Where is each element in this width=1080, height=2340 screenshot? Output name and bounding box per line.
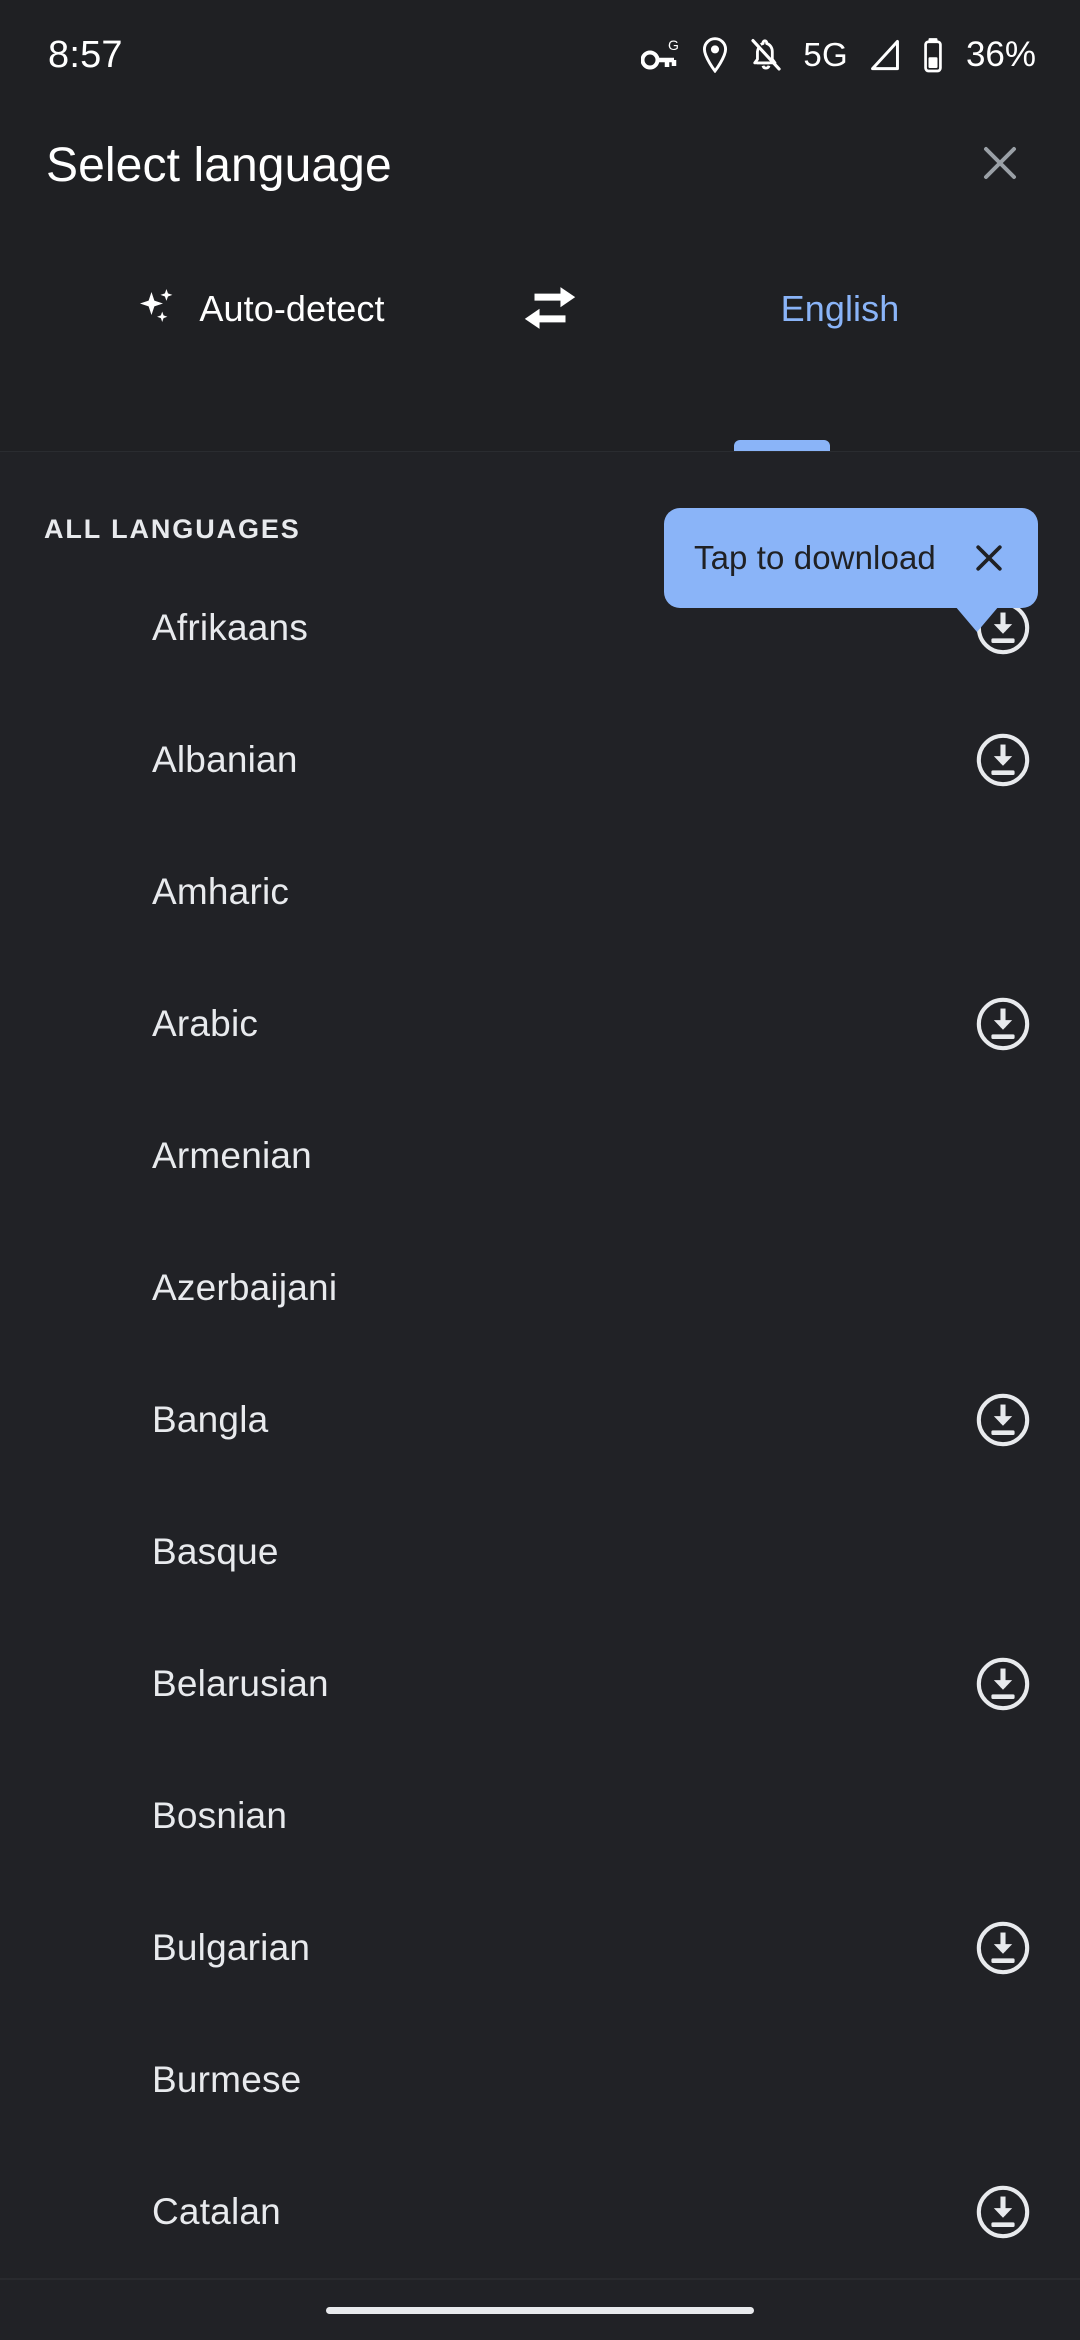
close-icon: [976, 139, 1024, 192]
language-name: Catalan: [152, 2191, 281, 2232]
select-language-screen: 8:57 G 5G 36% Select language Auto-detec…: [0, 0, 1080, 2340]
language-row[interactable]: Amharic: [0, 826, 1080, 958]
svg-text:G: G: [668, 38, 679, 53]
close-icon: [976, 545, 1002, 571]
language-row[interactable]: Arabic: [0, 958, 1080, 1090]
status-icons: G 5G 36%: [641, 35, 1036, 75]
language-row[interactable]: Bosnian: [0, 1750, 1080, 1882]
battery-icon: [922, 37, 944, 73]
language-name: Amharic: [152, 871, 290, 912]
language-name: Bulgarian: [152, 1927, 311, 1968]
download-slot-empty: [970, 1783, 1036, 1849]
home-indicator[interactable]: [326, 2306, 754, 2314]
swap-horizontal-icon: [519, 282, 581, 339]
download-slot-empty: [970, 1519, 1036, 1585]
language-name: Armenian: [152, 1135, 312, 1176]
language-list[interactable]: Afrikaans Albanian Amharic Arabic Armenian Az…: [0, 562, 1080, 2278]
language-name: Albanian: [152, 739, 298, 780]
tab-source-label: Auto-detect: [199, 288, 385, 329]
language-list-container: All languages Afrikaans Albanian Amharic Ar…: [0, 452, 1080, 2340]
tab-target-label: English: [780, 288, 900, 329]
tooltip-pointer-arrow: [955, 606, 999, 632]
download-icon[interactable]: [970, 2179, 1036, 2245]
language-name: Belarusian: [152, 1663, 329, 1704]
language-row[interactable]: Bulgarian: [0, 1882, 1080, 2014]
language-row[interactable]: Armenian: [0, 1090, 1080, 1222]
status-time: 8:57: [48, 33, 123, 76]
language-tab-bar: Auto-detect English: [0, 226, 1080, 453]
language-name: Afrikaans: [152, 607, 309, 648]
auto-detect-sparkle-icon: [135, 284, 181, 335]
signal-cellular-icon: [868, 38, 902, 72]
language-row[interactable]: Burmese: [0, 2014, 1080, 2146]
network-type-label: 5G: [803, 36, 848, 73]
system-nav-bar: [0, 2280, 1080, 2340]
tab-target-language[interactable]: English: [650, 274, 1030, 344]
language-row[interactable]: Azerbaijani: [0, 1222, 1080, 1354]
download-icon[interactable]: [970, 1651, 1036, 1717]
download-tooltip[interactable]: Tap to download: [664, 508, 1038, 608]
battery-percent-label: 36%: [965, 35, 1036, 74]
language-row[interactable]: Catalan: [0, 2146, 1080, 2278]
language-row[interactable]: Bangla: [0, 1354, 1080, 1486]
download-slot-empty: [970, 1123, 1036, 1189]
language-row[interactable]: Basque: [0, 1486, 1080, 1618]
download-slot-empty: [970, 1255, 1036, 1321]
screen-header: Select language: [0, 110, 1080, 220]
tab-source-language[interactable]: Auto-detect: [60, 274, 460, 344]
location-pin-icon: [701, 37, 729, 73]
tooltip-label: Tap to download: [694, 539, 936, 576]
language-name: Arabic: [152, 1003, 259, 1044]
language-row[interactable]: Albanian: [0, 694, 1080, 826]
tooltip-close-button[interactable]: [966, 535, 1012, 581]
download-icon[interactable]: [970, 991, 1036, 1057]
download-icon[interactable]: [970, 1387, 1036, 1453]
download-icon[interactable]: [970, 727, 1036, 793]
language-name: Azerbaijani: [152, 1267, 338, 1308]
language-row[interactable]: Belarusian: [0, 1618, 1080, 1750]
language-name: Burmese: [152, 2059, 302, 2100]
download-slot-empty: [970, 859, 1036, 925]
language-name: Bangla: [152, 1399, 269, 1440]
close-button[interactable]: [964, 129, 1036, 201]
swap-languages-button[interactable]: [490, 278, 610, 342]
language-name: Bosnian: [152, 1795, 288, 1836]
download-slot-empty: [970, 2047, 1036, 2113]
vpn-key-g-icon: G: [641, 38, 681, 72]
page-title: Select language: [46, 138, 392, 192]
section-header-all-languages: All languages: [44, 514, 301, 544]
status-bar: 8:57 G 5G 36%: [0, 0, 1080, 110]
language-name: Basque: [152, 1531, 279, 1572]
notifications-off-icon: [749, 37, 783, 73]
download-icon[interactable]: [970, 1915, 1036, 1981]
